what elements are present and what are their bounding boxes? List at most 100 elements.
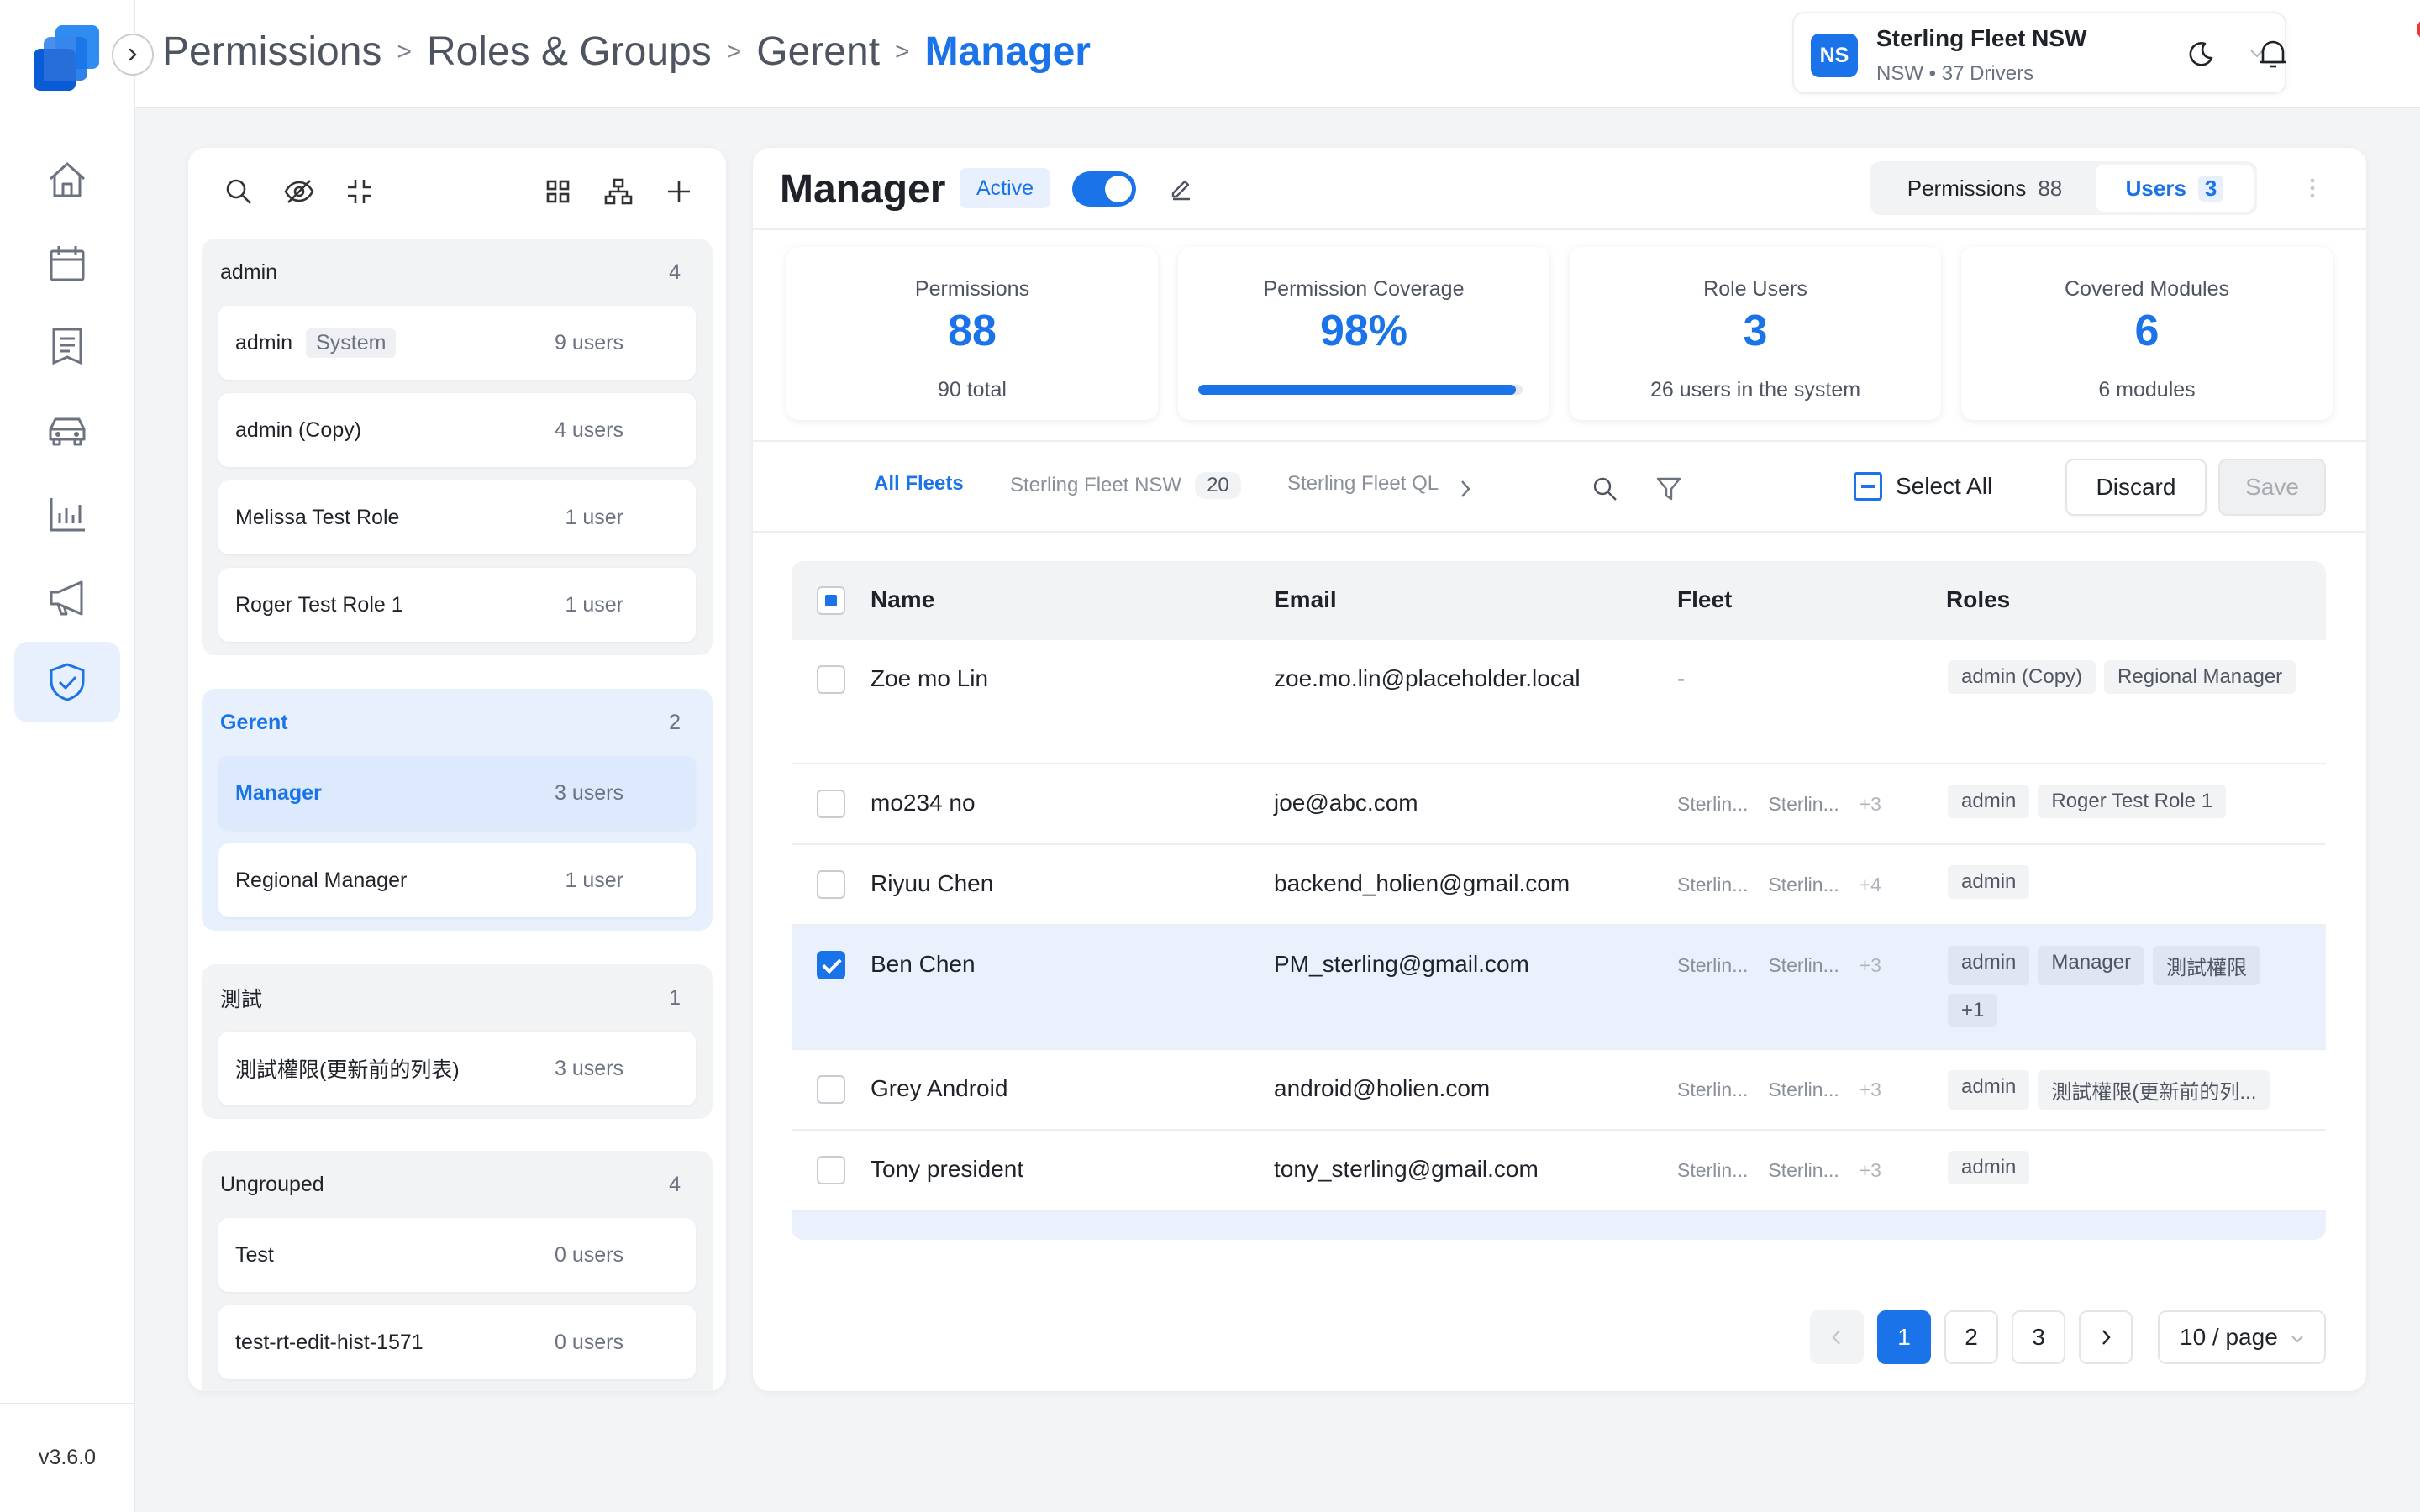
- search-roles-button[interactable]: [218, 171, 259, 212]
- role-tag: admin: [1948, 865, 2030, 899]
- row-checkbox[interactable]: [817, 665, 845, 694]
- filter-divider: [753, 531, 2366, 533]
- nav-announcements[interactable]: [14, 558, 120, 638]
- stat-value: 3: [1743, 307, 1768, 355]
- role-item-selected[interactable]: Manager 3 users: [218, 756, 696, 830]
- theme-toggle-button[interactable]: [2181, 34, 2221, 74]
- table-row[interactable]: Tony president tony_sterling@gmail.com S…: [792, 1131, 2326, 1211]
- role-tag-more[interactable]: +1: [1948, 994, 1998, 1027]
- role-detail-tabs: Permissions 88 Users 3: [1870, 161, 2257, 215]
- page-button-3[interactable]: 3: [2012, 1310, 2065, 1364]
- role-enabled-toggle[interactable]: [1072, 171, 1136, 207]
- role-item[interactable]: 測試權限(更新前的列表) 3 users: [218, 1032, 696, 1105]
- tree-view-button[interactable]: [598, 171, 639, 212]
- table-row[interactable]: Grey Android android@holien.com Sterlin.…: [792, 1050, 2326, 1131]
- role-item[interactable]: Melissa Test Role 1 user: [218, 480, 696, 554]
- tab-users[interactable]: Users 3: [2096, 165, 2254, 212]
- fleet-tab-nsw[interactable]: Sterling Fleet NSW 20: [1010, 472, 1241, 499]
- page-button-2[interactable]: 2: [1944, 1310, 1998, 1364]
- row-checkbox[interactable]: [817, 1156, 845, 1184]
- fleet-tab-label: Sterling Fleet QL: [1287, 472, 1439, 495]
- nav-calendar[interactable]: [14, 223, 120, 304]
- user-name: Ben Chen: [871, 951, 976, 977]
- fleet-tab-ql[interactable]: Sterling Fleet QL: [1287, 472, 1439, 496]
- page-button-1[interactable]: 1: [1877, 1310, 1931, 1364]
- row-checkbox[interactable]: [817, 951, 845, 979]
- role-group-header[interactable]: 測試 1: [202, 964, 713, 1032]
- filter-button[interactable]: [1650, 470, 1687, 507]
- user-roles: admin 測試權限(更新前的列...: [1948, 1070, 2309, 1118]
- edit-role-button[interactable]: [1163, 170, 1200, 207]
- save-button[interactable]: Save: [2218, 459, 2326, 516]
- roles-panel: admin 4 admin System 9 users admin (Copy)…: [188, 148, 726, 1391]
- role-group-header[interactable]: Gerent 2: [202, 689, 713, 756]
- app-logo[interactable]: [30, 22, 104, 94]
- breadcrumb-item[interactable]: Roles & Groups: [427, 29, 712, 75]
- page-size-select[interactable]: 10 / page: [2158, 1310, 2326, 1364]
- role-tag: admin: [1948, 946, 2030, 985]
- eye-off-icon: [284, 180, 314, 203]
- fleet-more[interactable]: +4: [1860, 874, 1881, 896]
- row-checkbox[interactable]: [817, 1075, 845, 1104]
- fleet-more[interactable]: +3: [1860, 954, 1881, 977]
- role-group-header[interactable]: admin 4: [202, 239, 713, 306]
- role-user-count: 9 users: [555, 330, 623, 354]
- search-users-button[interactable]: [1586, 470, 1623, 507]
- breadcrumb-item[interactable]: Gerent: [756, 29, 880, 75]
- toggle-hidden-button[interactable]: [279, 171, 319, 212]
- role-item[interactable]: Regional Manager 1 user: [218, 843, 696, 917]
- select-all-checkbox[interactable]: Select All: [1854, 472, 1992, 501]
- role-item[interactable]: admin System 9 users: [218, 306, 696, 380]
- header-checkbox[interactable]: [817, 586, 845, 615]
- row-checkbox[interactable]: [817, 790, 845, 818]
- role-group-header[interactable]: Ungrouped 4: [202, 1151, 713, 1218]
- grid-view-button[interactable]: [538, 171, 578, 212]
- table-row-partial[interactable]: [792, 1211, 2326, 1240]
- table-row-selected[interactable]: Ben Chen PM_sterling@gmail.com Sterlin..…: [792, 926, 2326, 1050]
- fleet-more[interactable]: +3: [1860, 1159, 1881, 1182]
- table-row[interactable]: mo234 no joe@abc.com Sterlin... Sterlin.…: [792, 764, 2326, 845]
- status-badge: Active: [960, 168, 1051, 208]
- role-tag: 測試權限: [2153, 946, 2261, 985]
- nav-reports[interactable]: [14, 306, 120, 386]
- nav-vehicles[interactable]: [14, 390, 120, 470]
- user-fleets: Sterlin... Sterlin... +3: [1677, 793, 1902, 816]
- notifications-button[interactable]: [2253, 34, 2293, 74]
- role-name: admin: [235, 330, 293, 354]
- user-fleet-empty: -: [1677, 665, 1686, 691]
- nav-permissions[interactable]: [14, 642, 120, 722]
- table-row[interactable]: Riyuu Chen backend_holien@gmail.com Ster…: [792, 845, 2326, 926]
- breadcrumb-separator: >: [397, 37, 412, 66]
- column-email: Email: [1274, 586, 1337, 612]
- more-options-button[interactable]: [2302, 171, 2323, 205]
- breadcrumb-item[interactable]: Permissions: [162, 29, 381, 75]
- next-page-button[interactable]: [2079, 1310, 2133, 1364]
- stat-value: 88: [948, 307, 997, 355]
- nav-home[interactable]: [14, 139, 120, 220]
- stat-subtitle: 26 users in the system: [1649, 378, 1861, 402]
- role-item[interactable]: test-rt-edit-hist-1571 0 users: [218, 1305, 696, 1379]
- role-item[interactable]: Test 0 users: [218, 1218, 696, 1292]
- add-role-button[interactable]: [659, 171, 699, 212]
- toggle-knob: [1105, 176, 1132, 202]
- role-tag: Roger Test Role 1: [2038, 785, 2227, 818]
- collapse-all-button[interactable]: [339, 171, 380, 212]
- role-name: Test: [235, 1242, 274, 1267]
- fleet-more[interactable]: +3: [1860, 1079, 1881, 1101]
- chevron-down-icon: [2291, 1336, 2303, 1343]
- sidebar-expand-button[interactable]: [112, 34, 154, 76]
- nav-analytics[interactable]: [14, 474, 120, 554]
- fleet-tab-all[interactable]: All Fleets: [874, 472, 964, 496]
- tab-permissions[interactable]: Permissions 88: [1874, 165, 2096, 212]
- discard-button[interactable]: Discard: [2065, 459, 2207, 516]
- fleet-more[interactable]: +3: [1860, 793, 1881, 816]
- role-group-name: 測試: [220, 988, 263, 1011]
- system-tag: System: [306, 328, 397, 358]
- role-item[interactable]: admin (Copy) 4 users: [218, 393, 696, 467]
- role-item[interactable]: Roger Test Role 1 1 user: [218, 568, 696, 642]
- row-checkbox[interactable]: [817, 870, 845, 899]
- document-icon: [52, 328, 82, 365]
- table-row[interactable]: Zoe mo Lin zoe.mo.lin@placeholder.local …: [792, 640, 2326, 764]
- fleet-tabs-next-button[interactable]: [1447, 470, 1484, 507]
- prev-page-button[interactable]: [1810, 1310, 1864, 1364]
